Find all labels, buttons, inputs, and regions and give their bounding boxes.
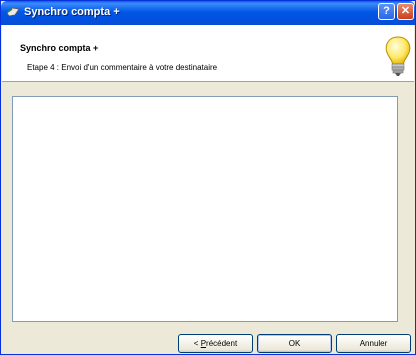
previous-button-prefix: <	[193, 339, 201, 348]
wizard-step-description: Etape 4 : Envoi d'un commentaire à votre…	[27, 63, 218, 72]
cancel-button[interactable]: Annuler	[336, 334, 411, 353]
title-bar[interactable]: Synchro compta + ? ✕	[1, 1, 415, 25]
window-title: Synchro compta +	[24, 6, 120, 18]
comment-textarea[interactable]	[12, 96, 398, 322]
previous-button[interactable]: < Précédent	[178, 334, 253, 353]
close-icon: ✕	[400, 5, 411, 17]
close-button[interactable]: ✕	[397, 3, 414, 20]
help-button[interactable]: ?	[378, 3, 395, 20]
previous-button-label: récédent	[206, 339, 238, 348]
wizard-header: Synchro compta + Etape 4 : Envoi d'un co…	[2, 25, 414, 82]
help-icon: ?	[383, 5, 390, 17]
ok-button[interactable]: OK	[257, 334, 332, 353]
lightbulb-icon	[385, 36, 411, 76]
app-icon	[6, 7, 20, 17]
dialog-window: Synchro compta + ? ✕ Synchro compta + Et…	[0, 0, 416, 355]
wizard-title: Synchro compta +	[20, 43, 99, 53]
